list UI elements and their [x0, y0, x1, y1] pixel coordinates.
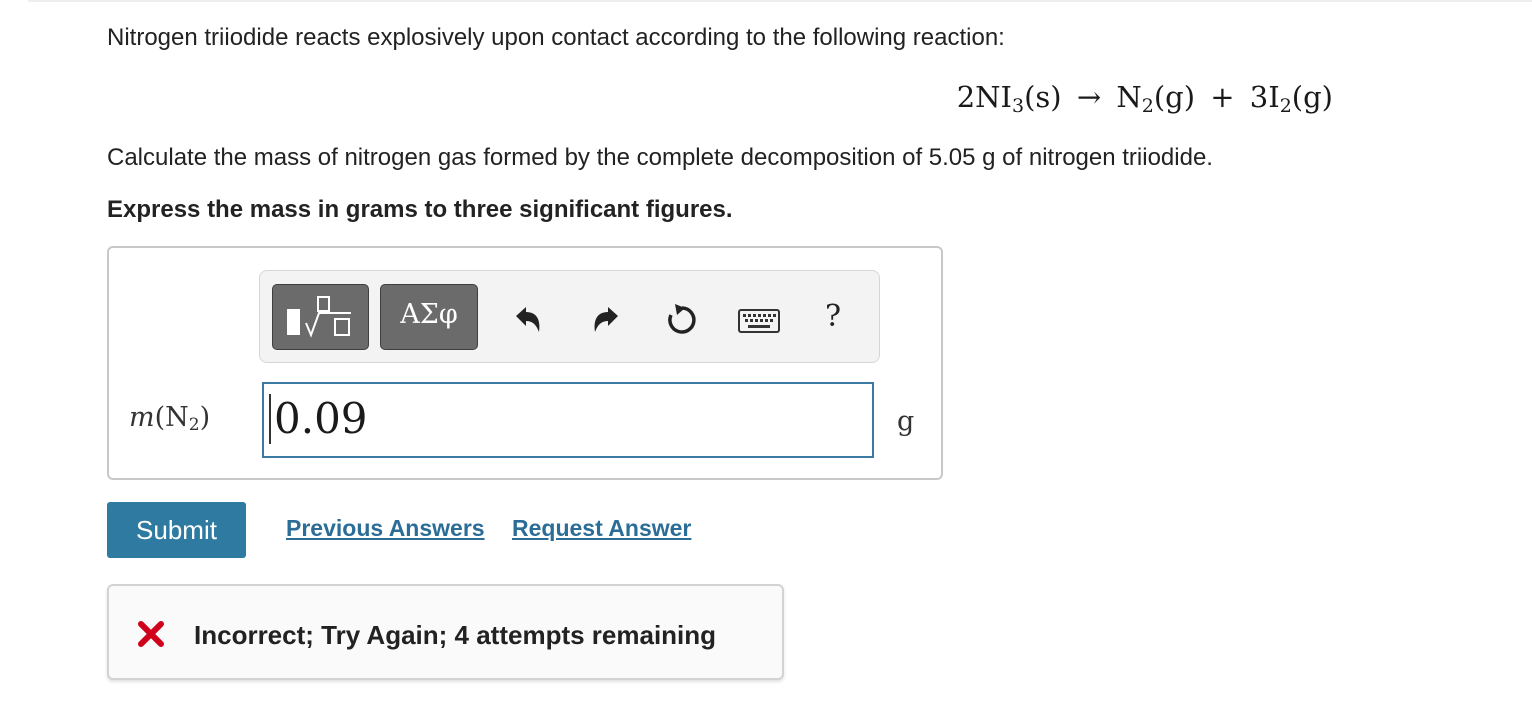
product-iodine: 3I2(g) — [1249, 80, 1333, 117]
symbols-label: ΑΣφ — [400, 299, 458, 330]
answer-input[interactable]: 0.09 — [262, 382, 874, 458]
feedback-panel: Incorrect; Try Again; 4 attempts remaini… — [107, 584, 784, 680]
answer-variable-label: m(N2) — [129, 402, 211, 435]
help-button[interactable]: ? — [825, 299, 841, 334]
x-icon — [138, 621, 164, 647]
problem-instruction: Express the mass in grams to three signi… — [107, 196, 733, 223]
math-toolbar: ΑΣφ ? — [259, 270, 880, 363]
top-divider — [28, 0, 1532, 2]
reactant: 2NI3(s) — [956, 80, 1062, 117]
previous-answers-link[interactable]: Previous Answers — [286, 515, 485, 542]
undo-icon[interactable] — [512, 305, 544, 335]
fraction-sqrt-templates-icon — [287, 296, 351, 338]
reaction-equation: 2NI3(s) → N2(g) + 3I2(g) — [957, 80, 1333, 117]
problem-question: Calculate the mass of nitrogen gas forme… — [107, 144, 1213, 171]
answer-value: 0.09 — [274, 394, 368, 443]
greek-symbols-button[interactable]: ΑΣφ — [380, 284, 478, 350]
request-answer-link[interactable]: Request Answer — [512, 515, 691, 542]
answer-panel: ΑΣφ ? m(N2) = 0.09 g — [107, 246, 943, 480]
redo-icon[interactable] — [590, 305, 622, 335]
plus-sign: + — [1210, 80, 1235, 114]
reset-icon[interactable] — [665, 303, 699, 337]
keyboard-icon[interactable] — [738, 309, 780, 333]
feedback-message: Incorrect; Try Again; 4 attempts remaini… — [194, 620, 717, 650]
answer-unit: g — [897, 406, 915, 437]
templates-button[interactable] — [272, 284, 369, 350]
reaction-arrow: → — [1076, 80, 1102, 114]
problem-prompt: Nitrogen triiodide reacts explosively up… — [107, 24, 1005, 51]
product-nitrogen: N2(g) — [1116, 80, 1196, 117]
text-caret — [269, 394, 271, 444]
submit-button[interactable]: Submit — [107, 502, 246, 558]
